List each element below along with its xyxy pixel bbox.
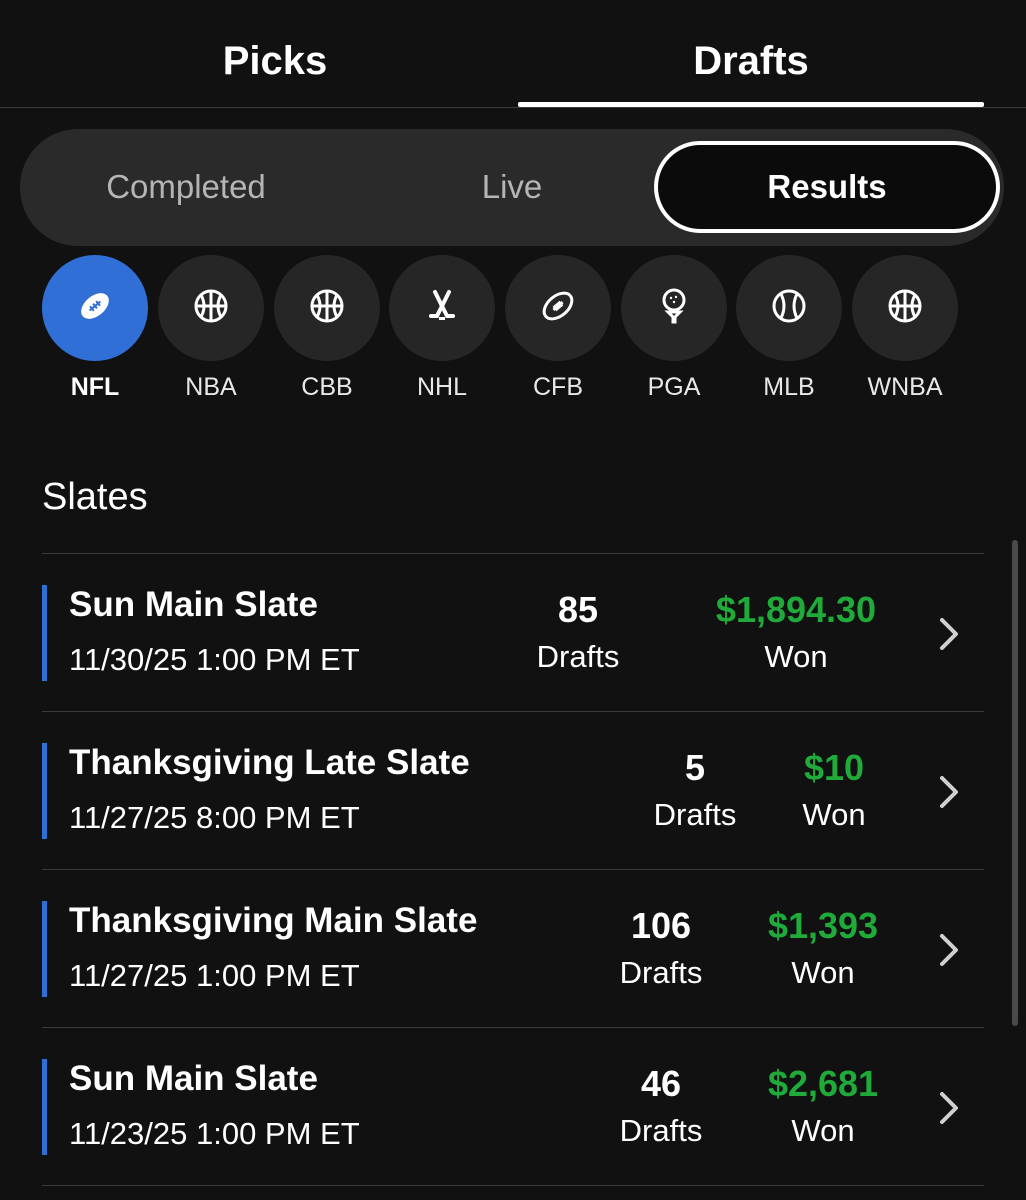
won-label: Won — [802, 797, 866, 832]
sport-nba-circle — [158, 255, 264, 361]
sport-pga[interactable]: PGA — [621, 255, 727, 405]
sport-mlb-circle — [736, 255, 842, 361]
won-stat: $1,393 Won — [756, 905, 890, 999]
sport-cbb[interactable]: CBB — [274, 255, 380, 405]
sport-label: MLB — [763, 373, 815, 401]
sport-nhl-circle — [389, 255, 495, 361]
segment-results[interactable]: Results — [654, 141, 1000, 233]
chevron-right-icon — [940, 1092, 958, 1124]
chevron-right-icon — [940, 618, 958, 650]
sport-nba[interactable]: NBA — [158, 255, 264, 405]
sport-label: NHL — [416, 373, 467, 401]
basketball-icon — [191, 286, 231, 331]
golf-ball-icon — [654, 286, 694, 331]
drafts-label: Drafts — [619, 955, 703, 990]
slate-accent-bar — [42, 585, 47, 681]
chevron-right-icon — [940, 776, 958, 808]
sport-wnba[interactable]: WNBA — [852, 255, 958, 405]
chevron-right-icon — [940, 934, 958, 966]
drafts-stat: 85 Drafts — [512, 589, 644, 683]
slate-accent-bar — [42, 743, 47, 839]
won-amount: $2,681 — [767, 1063, 879, 1104]
sport-nfl-circle — [42, 255, 148, 361]
sport-nfl[interactable]: NFL — [42, 255, 148, 405]
active-tab-indicator — [518, 102, 984, 107]
sport-pga-circle — [621, 255, 727, 361]
drafts-label: Drafts — [619, 1113, 703, 1148]
slate-name: Thanksgiving Late Slate — [69, 743, 470, 782]
hockey-sticks-icon — [422, 286, 462, 331]
sport-label: NFL — [70, 373, 120, 401]
baseball-icon — [769, 286, 809, 331]
slate-name: Sun Main Slate — [69, 1059, 318, 1098]
won-amount: $1,393 — [767, 905, 879, 946]
won-amount: $10 — [803, 747, 865, 788]
won-label: Won — [791, 1113, 855, 1148]
drafts-label: Drafts — [653, 797, 737, 832]
won-stat: $10 Won — [782, 747, 886, 841]
slate-name: Thanksgiving Main Slate — [69, 901, 478, 940]
slate-date: 11/27/25 8:00 PM ET — [69, 800, 360, 835]
slate-row[interactable]: Thanksgiving Main Slate 11/27/25 1:00 PM… — [42, 870, 984, 1028]
sport-label: NBA — [185, 373, 237, 401]
slates-heading: Slates — [42, 476, 148, 518]
drafts-count: 5 — [684, 747, 706, 788]
sport-nhl[interactable]: NHL — [389, 255, 495, 405]
sport-label: WNBA — [867, 373, 943, 401]
sport-wnba-circle — [852, 255, 958, 361]
segment-live[interactable]: Live — [350, 141, 674, 233]
slate-date: 11/30/25 1:00 PM ET — [69, 642, 360, 677]
sport-label: PGA — [647, 373, 701, 401]
slate-row[interactable]: Sun Main Slate 11/23/25 1:00 PM ET 46 Dr… — [42, 1028, 984, 1186]
won-label: Won — [791, 955, 855, 990]
drafts-count: 85 — [557, 589, 599, 630]
drafts-stat: 46 Drafts — [602, 1063, 720, 1157]
drafts-count: 106 — [630, 905, 692, 946]
sport-cfb[interactable]: CFB — [505, 255, 611, 405]
sport-cbb-circle — [274, 255, 380, 361]
sport-selector: NFL NBA CBB NHL CFB PGA MLB WNBA — [0, 255, 1026, 415]
slate-name: Sun Main Slate — [69, 585, 318, 624]
slate-row[interactable]: Sun Main Slate 11/30/25 1:00 PM ET 85 Dr… — [42, 554, 984, 712]
tab-picks[interactable]: Picks — [36, 36, 514, 86]
segment-completed[interactable]: Completed — [20, 141, 352, 233]
basketball-icon — [885, 286, 925, 331]
sport-mlb[interactable]: MLB — [736, 255, 842, 405]
drafts-count: 46 — [640, 1063, 682, 1104]
drafts-stat: 106 Drafts — [602, 905, 720, 999]
slate-accent-bar — [42, 1059, 47, 1155]
sport-cfb-circle — [505, 255, 611, 361]
slate-row[interactable]: Thanksgiving Late Slate 11/27/25 8:00 PM… — [42, 712, 984, 870]
tab-drafts[interactable]: Drafts — [518, 36, 984, 86]
drafts-label: Drafts — [536, 639, 620, 674]
scrollbar[interactable] — [1012, 540, 1018, 1026]
slate-date: 11/27/25 1:00 PM ET — [69, 958, 360, 993]
drafts-stat: 5 Drafts — [634, 747, 756, 841]
won-label: Won — [764, 639, 828, 674]
football-icon — [538, 286, 578, 331]
sport-label: CFB — [533, 373, 583, 401]
status-segmented-control: Completed Live Results — [20, 129, 1004, 246]
top-tab-bar: Picks Drafts — [0, 0, 1026, 108]
won-stat: $1,894.30 Won — [692, 589, 900, 683]
won-stat: $2,681 Won — [756, 1063, 890, 1157]
won-amount: $1,894.30 — [715, 589, 877, 630]
basketball-icon — [307, 286, 347, 331]
sport-label: CBB — [301, 373, 353, 401]
football-icon — [75, 286, 115, 331]
slate-accent-bar — [42, 901, 47, 997]
slate-date: 11/23/25 1:00 PM ET — [69, 1116, 360, 1151]
